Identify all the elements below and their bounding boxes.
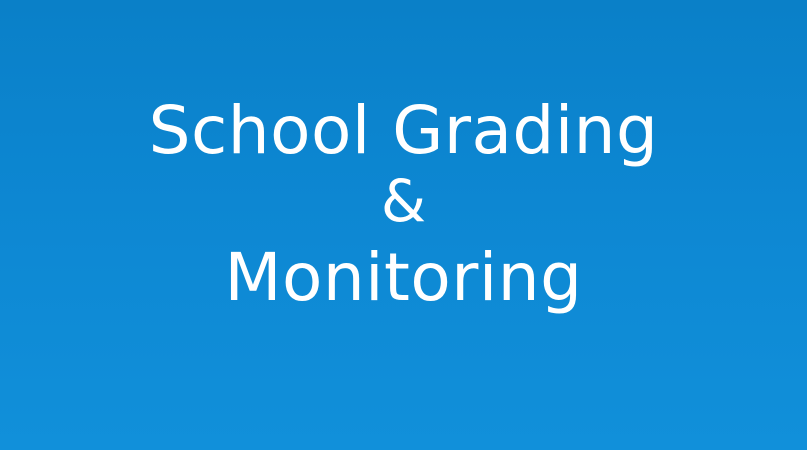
title-line-school-grading: School Grading [148, 92, 659, 169]
title-line-ampersand: & [380, 167, 427, 235]
banner-title: School Grading & Monitoring [0, 88, 807, 324]
title-line-monitoring: Monitoring [224, 239, 583, 316]
title-banner: School Grading & Monitoring [0, 0, 807, 450]
